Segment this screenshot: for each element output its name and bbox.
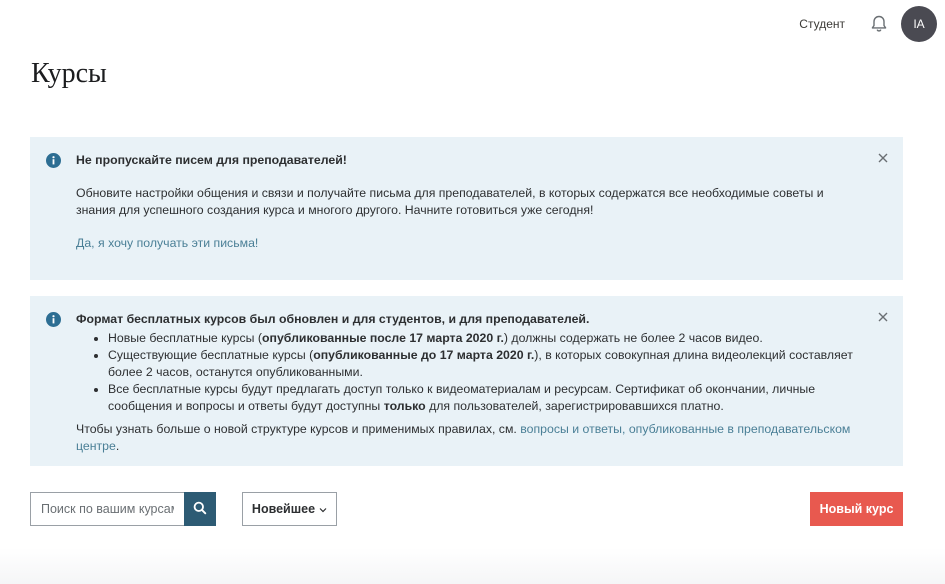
avatar[interactable]: IA — [901, 6, 937, 42]
page-bottom-edge — [0, 548, 945, 584]
bullet-emphasis: опубликованные после 17 марта 2020 г. — [262, 331, 504, 345]
course-search — [30, 492, 216, 526]
new-course-button[interactable]: Новый курс — [810, 492, 903, 526]
close-icon[interactable] — [877, 311, 889, 323]
close-icon[interactable] — [877, 152, 889, 164]
list-item: Все бесплатные курсы будут предлагать до… — [108, 381, 857, 415]
policy-list: Новые бесплатные курсы (опубликованные п… — [76, 330, 857, 415]
subscribe-emails-link[interactable]: Да, я хочу получать эти письма! — [76, 235, 258, 252]
search-icon — [193, 501, 207, 518]
footer-text: . — [115, 439, 120, 453]
alert-body: Обновите настройки общения и связи и пол… — [76, 186, 824, 217]
bullet-text: для пользователей, зарегистрировавшихся … — [425, 399, 724, 413]
info-icon — [46, 312, 61, 327]
free-course-format-alert: Формат бесплатных курсов был обновлен и … — [30, 296, 903, 466]
list-item: Новые бесплатные курсы (опубликованные п… — [108, 330, 857, 347]
sort-label: Новейшее — [251, 502, 316, 516]
student-view-link[interactable]: Студент — [799, 17, 845, 31]
sort-dropdown[interactable]: Новейшее — [242, 492, 337, 526]
top-bar: Студент IA — [0, 0, 945, 50]
footer-text: Чтобы узнать больше о новой структуре ку… — [76, 422, 521, 436]
alert-title: Формат бесплатных курсов был обновлен и … — [76, 312, 590, 326]
bullet-text: Новые бесплатные курсы ( — [108, 331, 263, 345]
instructor-emails-alert: Не пропускайте писем для преподавателей!… — [30, 137, 903, 280]
list-item: Существующие бесплатные курсы (опубликов… — [108, 347, 857, 381]
bullet-text: ) должны содержать не более 2 часов виде… — [503, 331, 763, 345]
bullet-text: Существующие бесплатные курсы ( — [108, 348, 314, 362]
info-icon — [46, 153, 61, 168]
page-title: Курсы — [31, 58, 107, 89]
chevron-down-icon — [319, 502, 327, 516]
bullet-emphasis: только — [383, 399, 426, 413]
alert-footer: Чтобы узнать больше о новой структуре ку… — [76, 421, 857, 455]
search-button[interactable] — [184, 492, 216, 526]
bullet-emphasis: опубликованные до 17 марта 2020 г. — [313, 348, 535, 362]
bell-icon[interactable] — [869, 14, 889, 34]
alert-title: Не пропускайте писем для преподавателей! — [76, 153, 347, 167]
search-input[interactable] — [30, 492, 184, 526]
